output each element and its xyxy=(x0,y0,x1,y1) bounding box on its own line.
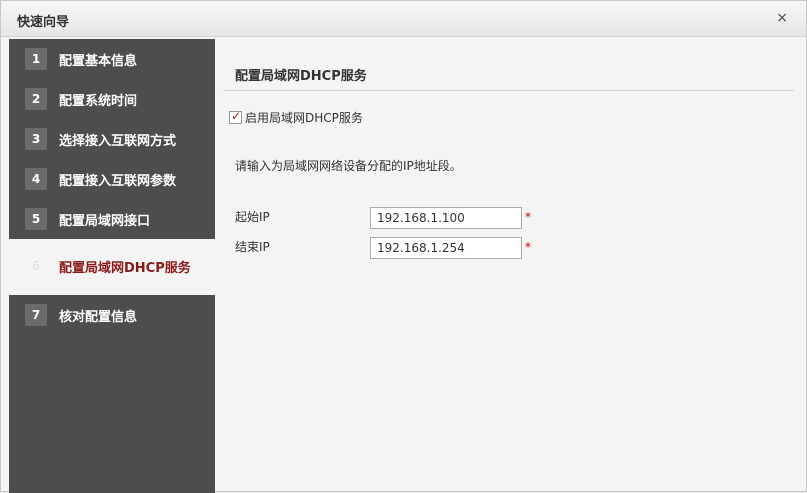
step-label: 选择接入互联网方式 xyxy=(59,134,177,149)
wizard-steps-sidebar: 1 配置基本信息 2 配置系统时间 3 选择接入互联网方式 4 配置接入互联网参… xyxy=(9,39,215,493)
end-ip-input[interactable] xyxy=(370,237,522,259)
step-internet-mode[interactable]: 3 选择接入互联网方式 xyxy=(9,119,215,159)
step-lan-dhcp[interactable]: 6 配置局域网DHCP服务 xyxy=(9,239,215,295)
step-label: 核对配置信息 xyxy=(59,310,138,325)
step-label: 配置系统时间 xyxy=(59,94,138,109)
step-basic-info[interactable]: 1 配置基本信息 xyxy=(9,39,215,79)
enable-dhcp-label: 启用局域网DHCP服务 xyxy=(245,111,363,125)
section-title: 配置局域网DHCP服务 xyxy=(235,69,367,84)
step-number: 4 xyxy=(25,168,47,190)
step-review-config[interactable]: 7 核对配置信息 xyxy=(9,295,215,335)
step-number: 7 xyxy=(25,304,47,326)
step-number: 6 xyxy=(32,259,40,273)
start-ip-label: 起始IP xyxy=(235,210,270,224)
step-label: 配置局域网DHCP服务 xyxy=(59,261,191,276)
dialog-title: 快速向导 xyxy=(17,15,70,30)
step-label: 配置局域网接口 xyxy=(59,214,151,229)
step-number: 2 xyxy=(25,88,47,110)
step-content-panel: 配置局域网DHCP服务 启用局域网DHCP服务 请输入为局域网网络设备分配的IP… xyxy=(223,39,794,493)
enable-dhcp-checkbox[interactable] xyxy=(229,109,242,124)
step-label: 配置接入互联网参数 xyxy=(59,174,177,189)
step-number: 5 xyxy=(25,208,47,230)
quick-wizard-dialog: 快速向导 × 1 配置基本信息 2 配置系统时间 3 选择接入互联网方式 4 配… xyxy=(0,0,807,493)
step-internet-params[interactable]: 4 配置接入互联网参数 xyxy=(9,159,215,199)
step-label: 配置基本信息 xyxy=(59,54,138,69)
start-ip-input[interactable] xyxy=(370,207,522,229)
enable-dhcp-row[interactable]: 启用局域网DHCP服务 xyxy=(229,109,363,126)
step-number: 1 xyxy=(25,48,47,70)
dialog-titlebar: 快速向导 × xyxy=(1,1,806,37)
step-system-time[interactable]: 2 配置系统时间 xyxy=(9,79,215,119)
section-divider xyxy=(223,90,794,91)
close-icon[interactable]: × xyxy=(776,10,788,26)
required-mark: * xyxy=(525,240,531,254)
step-lan-interface[interactable]: 5 配置局域网接口 xyxy=(9,199,215,239)
end-ip-label: 结束IP xyxy=(235,240,270,254)
step-number: 3 xyxy=(25,128,47,150)
required-mark: * xyxy=(525,210,531,224)
ip-range-description: 请输入为局域网网络设备分配的IP地址段。 xyxy=(235,159,462,173)
